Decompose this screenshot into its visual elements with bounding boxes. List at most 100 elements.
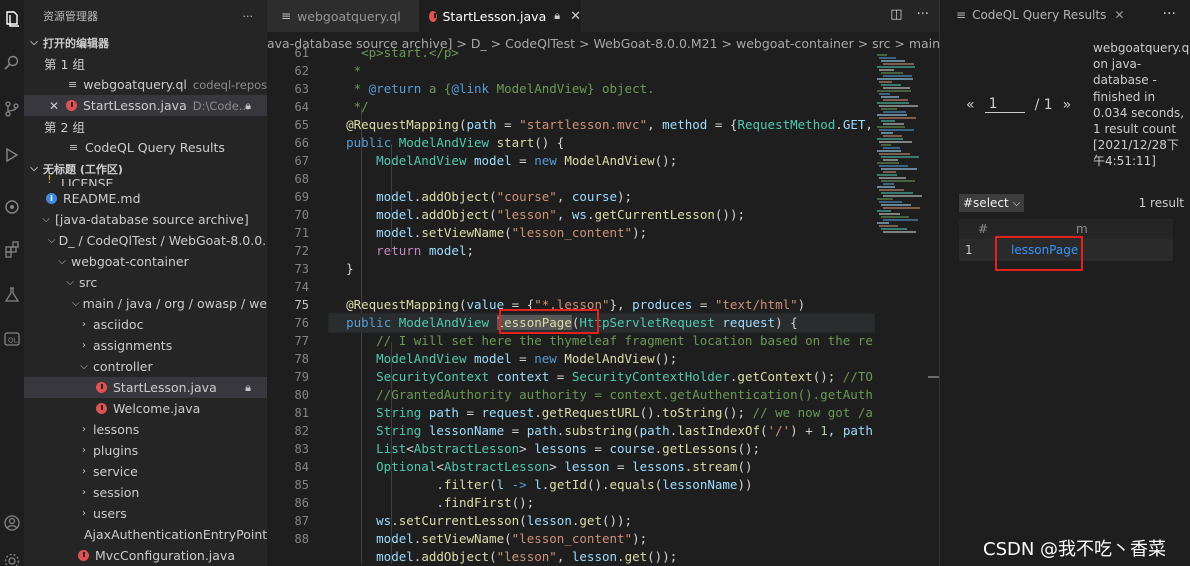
tree-item[interactable]: i README.md xyxy=(24,188,267,209)
page-input[interactable]: 1 xyxy=(984,96,1025,113)
minimap-line xyxy=(879,201,902,203)
open-editor-item[interactable]: ≡ CodeQL Query Results xyxy=(24,137,267,158)
minimap-line xyxy=(881,216,909,218)
tree-item-label: README.md xyxy=(63,191,141,206)
tree-item-label: D_ / CodeQlTest / WebGoat-8.0.0.M21 xyxy=(58,233,267,248)
minimap-line xyxy=(881,132,893,134)
tree-folder[interactable]: ⌵ controller xyxy=(24,356,267,377)
tree-folder[interactable]: › asciidoc xyxy=(24,314,267,335)
minimap-line xyxy=(879,57,896,59)
activity-bar: QL xyxy=(0,0,24,566)
open-editor-name: webgoatquery.ql xyxy=(83,77,187,92)
explorer-title: 资源管理器 xyxy=(43,10,98,23)
close-icon[interactable]: ✕ xyxy=(1114,8,1124,22)
open-editor-item[interactable]: ≡ webgoatquery.ql codeql-reposit... xyxy=(24,74,267,95)
tree-folder[interactable]: › lessons xyxy=(24,419,267,440)
tree-item-label: plugins xyxy=(93,443,139,458)
tree-item-label: src xyxy=(79,275,98,290)
tree-folder[interactable]: ⌵ [java-database source archive] xyxy=(24,209,267,230)
row-index: 1 xyxy=(965,243,973,257)
chevron-right-icon: › xyxy=(82,319,86,330)
code-line: Optional<AbstractLesson> lesson = lesson… xyxy=(376,459,753,474)
close-icon[interactable]: ✕ xyxy=(48,99,60,113)
chevron-right-icon: › xyxy=(82,508,86,519)
open-editors-section[interactable]: ⌵ 打开的编辑器 xyxy=(24,32,267,53)
more-actions-icon[interactable]: ··· xyxy=(917,7,929,22)
tree-folder[interactable]: ⌵ src xyxy=(24,272,267,293)
explorer-icon[interactable] xyxy=(0,6,24,32)
minimap-line xyxy=(879,189,904,191)
code-line: .filter(l -> l.getId().equals(lessonName… xyxy=(331,477,753,492)
tree-file[interactable]: Welcome.java xyxy=(24,398,267,419)
settings-gear-icon[interactable] xyxy=(0,548,24,566)
minimap-line xyxy=(881,120,895,122)
minimap[interactable] xyxy=(873,54,928,564)
results-title-label: CodeQL Query Results xyxy=(972,8,1107,22)
highlight-annotation-box xyxy=(995,236,1083,271)
java-file-icon xyxy=(96,403,107,414)
code-line: } xyxy=(331,261,354,276)
tree-folder[interactable]: › service xyxy=(24,461,267,482)
tree-item[interactable]: ! LICENSE xyxy=(24,172,267,186)
page-total: / 1 xyxy=(1034,96,1053,113)
minimap-line xyxy=(877,102,909,104)
search-icon[interactable] xyxy=(0,50,24,76)
source-control-icon[interactable] xyxy=(0,96,24,122)
scrollbar-thumb[interactable] xyxy=(928,376,939,378)
tree-folder[interactable]: › plugins xyxy=(24,440,267,461)
minimap-line xyxy=(883,195,922,197)
line-number: 66 xyxy=(294,136,309,150)
tree-file[interactable]: AjaxAuthenticationEntryPoint.... xyxy=(24,524,267,545)
minimap-line xyxy=(883,63,914,65)
minimap-line xyxy=(881,168,917,170)
testing-icon[interactable] xyxy=(0,282,24,308)
tab-startlesson[interactable]: StartLesson.java 🔒︎ ✕ xyxy=(419,0,581,32)
tree-item-label: users xyxy=(93,506,127,521)
split-editor-icon[interactable]: ◫ xyxy=(890,7,902,22)
line-number: 64 xyxy=(294,100,309,114)
tab-label: webgoatquery.ql xyxy=(297,8,401,24)
run-debug-icon[interactable] xyxy=(0,142,24,168)
line-number: 88 xyxy=(294,532,309,546)
more-actions-icon[interactable]: ··· xyxy=(1163,6,1176,22)
tree-folder[interactable]: › users xyxy=(24,503,267,524)
line-number: 87 xyxy=(294,514,309,528)
remote-icon[interactable] xyxy=(0,194,24,220)
close-icon[interactable]: ✕ xyxy=(570,9,581,24)
tree-folder[interactable]: › assignments xyxy=(24,335,267,356)
extensions-icon[interactable] xyxy=(0,236,24,262)
codeql-icon[interactable]: QL xyxy=(0,326,24,352)
minimap-line xyxy=(883,111,906,113)
account-icon[interactable] xyxy=(0,510,24,536)
tree-folder[interactable]: ⌵ webgoat-container xyxy=(24,251,267,272)
open-editor-item-active[interactable]: ✕ StartLesson.java D:\Code... 🔒︎ xyxy=(24,95,267,116)
tab-webgoatquery[interactable]: ≡ webgoatquery.ql xyxy=(267,0,419,32)
tree-folder[interactable]: ⌵ D_ / CodeQlTest / WebGoat-8.0.0.M21 xyxy=(24,230,267,251)
tree-file-selected[interactable]: StartLesson.java 🔒︎ xyxy=(24,377,267,398)
java-file-icon xyxy=(78,550,89,561)
highlight-annotation-box xyxy=(499,309,599,334)
minimap-line xyxy=(877,210,891,212)
chevron-right-icon: › xyxy=(82,424,86,435)
minimap-line xyxy=(879,153,910,155)
tree-file[interactable]: MvcConfiguration.java xyxy=(24,545,267,566)
next-page-button[interactable]: » xyxy=(1063,97,1072,113)
prev-page-button[interactable]: « xyxy=(966,97,975,113)
group-1-label: 第 1 组 xyxy=(44,57,85,72)
chevron-down-icon: ⌵ xyxy=(72,298,80,309)
minimap-line xyxy=(883,147,900,149)
explorer-more-actions-icon[interactable]: ··· xyxy=(243,0,254,32)
minimap-line xyxy=(879,177,906,179)
tree-item-label: session xyxy=(93,485,140,500)
tree-folder[interactable]: ⌵ main / java / org / owasp / webg... xyxy=(24,293,267,314)
line-number: 72 xyxy=(294,244,309,258)
minimap-line xyxy=(879,165,908,167)
line-number: 75 xyxy=(294,298,309,312)
line-number: 83 xyxy=(294,442,309,456)
minimap-line xyxy=(883,135,902,137)
chevron-down-icon: ⌵ xyxy=(30,37,38,48)
line-number: 69 xyxy=(294,190,309,204)
chevron-right-icon: › xyxy=(82,340,86,351)
tree-folder[interactable]: › session xyxy=(24,482,267,503)
result-set-select[interactable]: #select ⌵ xyxy=(959,194,1025,212)
